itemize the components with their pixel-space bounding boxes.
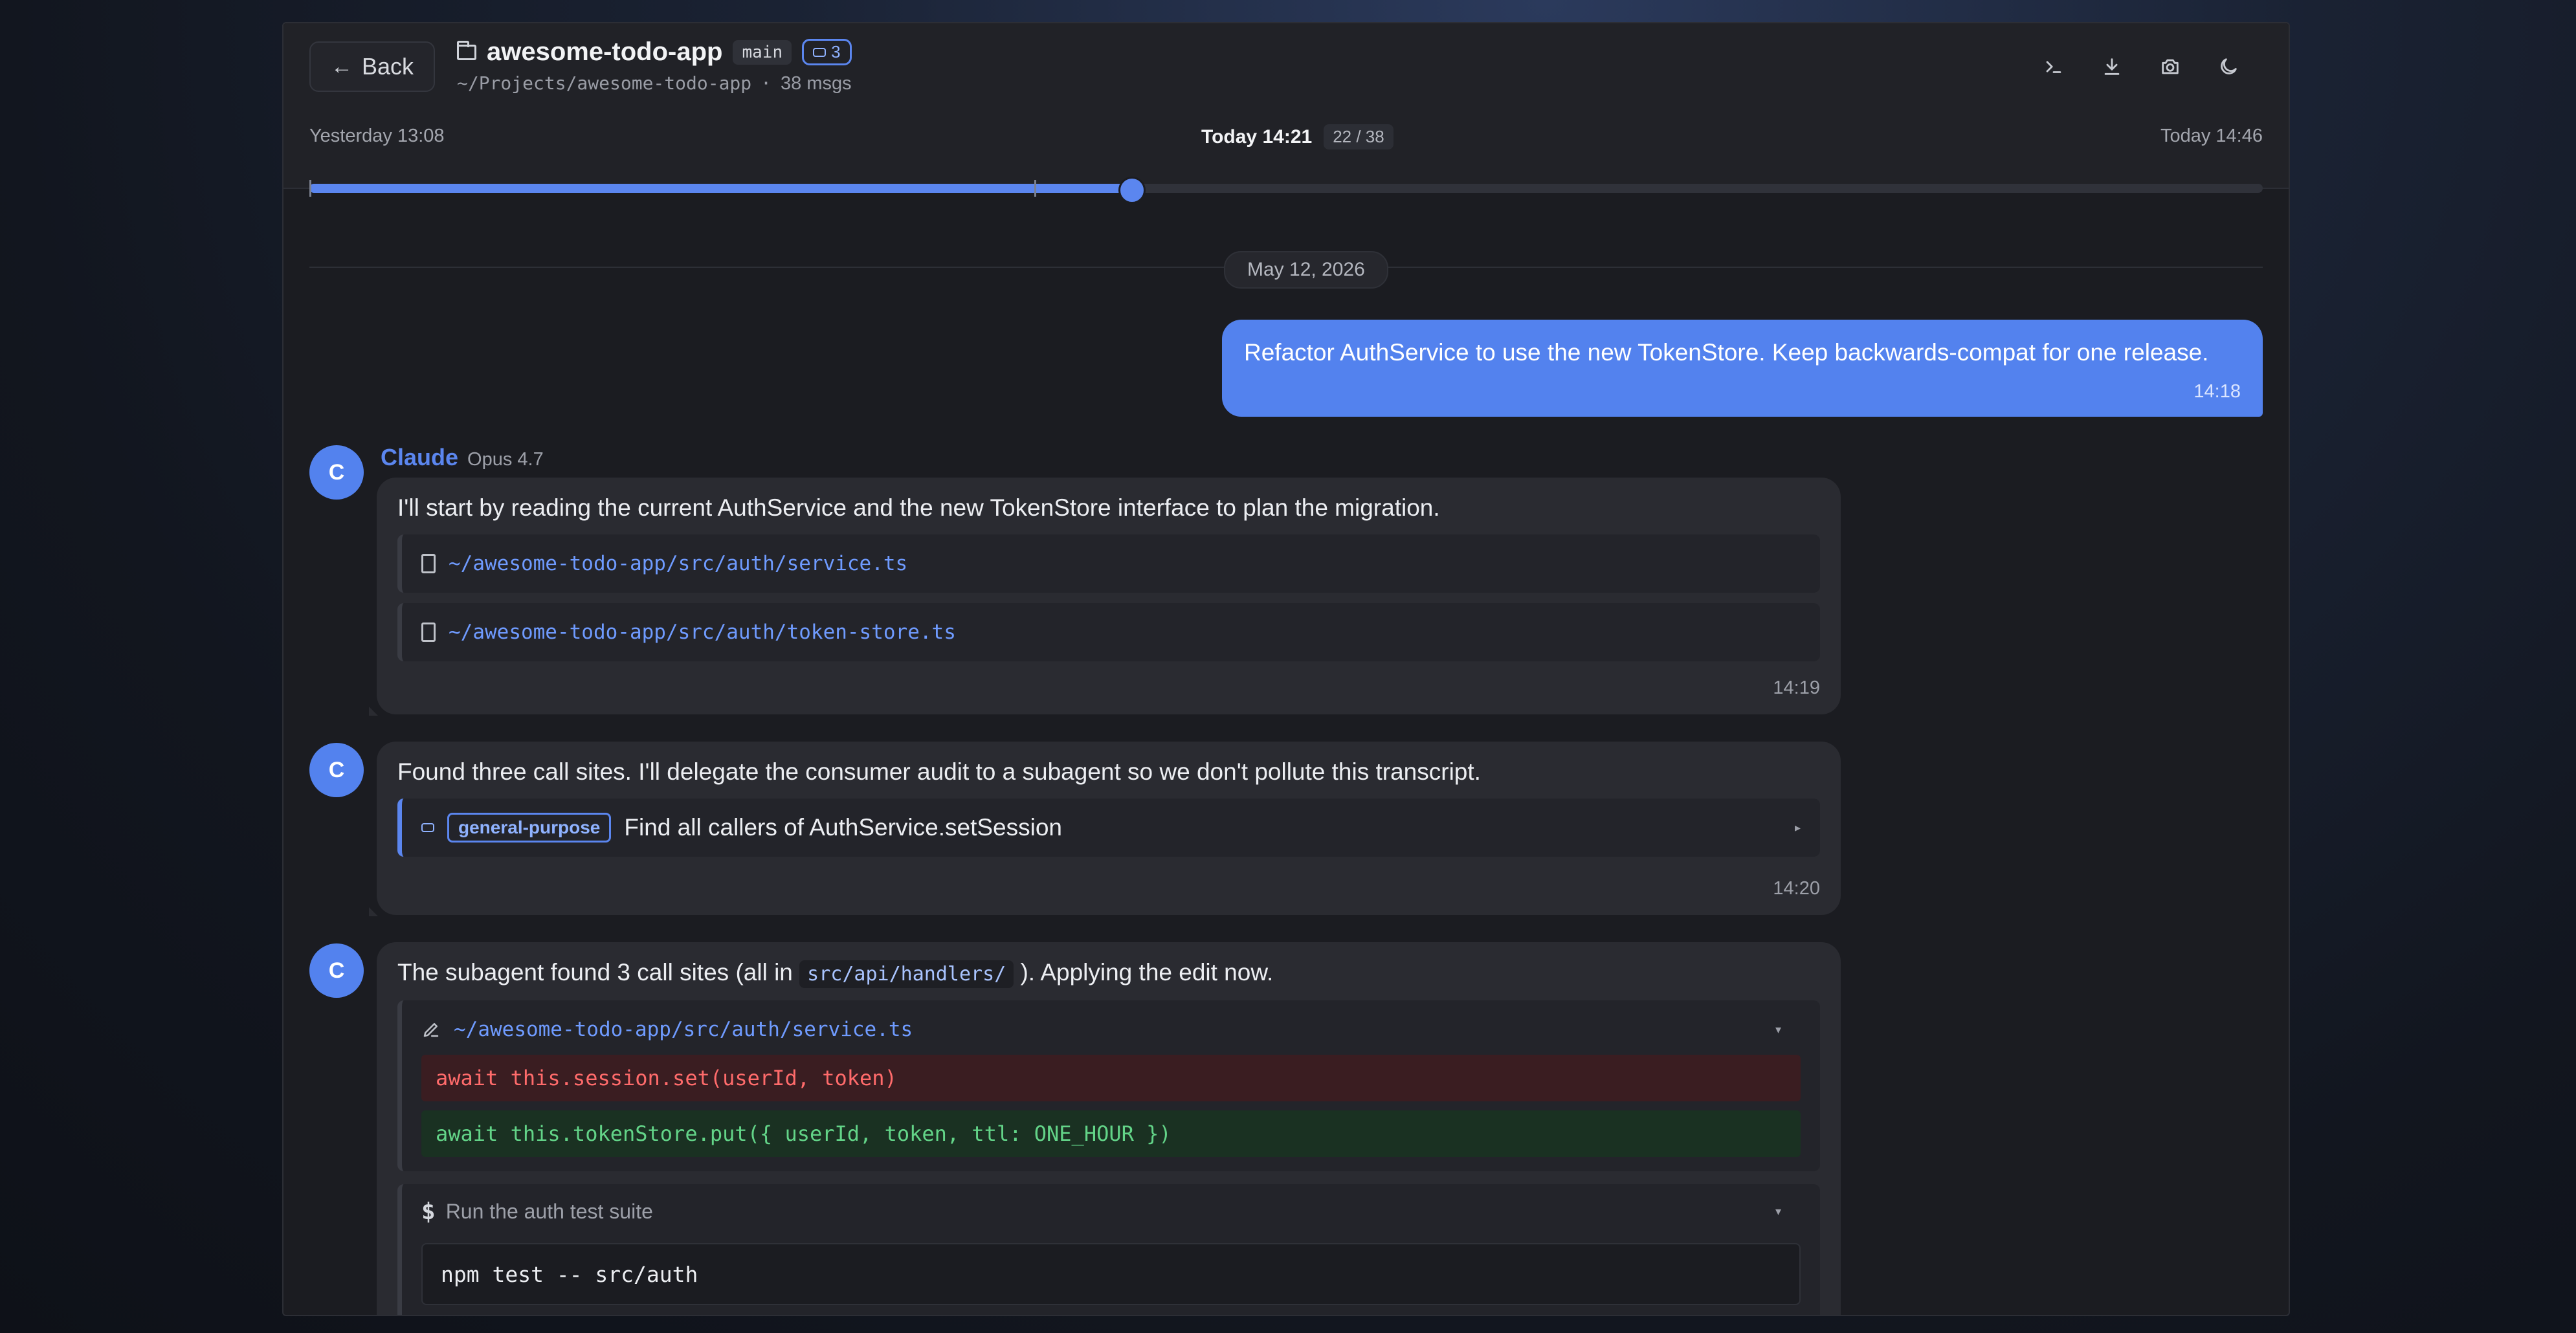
timeline-end: Today 14:46 bbox=[2160, 126, 2263, 146]
bubble-tail bbox=[369, 707, 378, 716]
bot-icon bbox=[813, 47, 827, 57]
edit-file-card[interactable]: ~/awesome-todo-app/src/auth/service.ts ▾… bbox=[397, 1000, 1820, 1171]
branch-badge: main bbox=[733, 39, 792, 65]
agent-task: Find all callers of AuthService.setSessi… bbox=[624, 814, 1062, 841]
user-message-time: 14:18 bbox=[2193, 381, 2241, 402]
assistant-message: The subagent found 3 call sites (all in … bbox=[377, 942, 1841, 1315]
chevron-down-icon[interactable]: ▾ bbox=[1775, 1023, 1781, 1037]
message-text: Found three call sites. I'll delegate th… bbox=[397, 758, 1481, 785]
avatar: C bbox=[309, 943, 364, 998]
file-path: ~/awesome-todo-app/src/auth/service.ts bbox=[449, 552, 908, 575]
message-text-before: The subagent found 3 call sites (all in bbox=[397, 959, 793, 986]
moon-icon bbox=[2221, 58, 2237, 74]
diff-added-line: await this.tokenStore.put({ userId, toke… bbox=[421, 1110, 1801, 1157]
toolbar bbox=[2032, 45, 2250, 88]
header: ← Back awesome-todo-app main 3 ~/Project… bbox=[283, 23, 2289, 113]
bubble-tail bbox=[369, 907, 378, 916]
title-row: awesome-todo-app main 3 bbox=[457, 38, 852, 67]
file-icon bbox=[421, 622, 436, 642]
pencil-icon bbox=[423, 1023, 439, 1037]
terminal-button[interactable] bbox=[2032, 45, 2075, 88]
agent-count-badge[interactable]: 3 bbox=[802, 39, 852, 65]
timeline-current-time: Today 14:21 bbox=[1201, 126, 1313, 148]
assistant-message: I'll start by reading the current AuthSe… bbox=[369, 478, 1841, 716]
camera-icon bbox=[2162, 59, 2179, 74]
dollar-icon: $ bbox=[421, 1198, 436, 1225]
read-file-card[interactable]: ~/awesome-todo-app/src/auth/token-store.… bbox=[397, 603, 1820, 661]
message-time: 14:20 bbox=[1773, 878, 1820, 899]
bash-command: npm test -- src/auth bbox=[421, 1243, 1801, 1305]
message-count: 38 msgs bbox=[781, 73, 852, 94]
page-title: awesome-todo-app bbox=[487, 38, 723, 66]
timeline-start: Yesterday 13:08 bbox=[309, 126, 445, 146]
chevron-right-icon[interactable]: ▸ bbox=[1795, 821, 1801, 835]
subtitle-separator: · bbox=[761, 72, 772, 94]
edit-header: ~/awesome-todo-app/src/auth/service.ts ▾ bbox=[421, 1013, 1801, 1046]
arrow-left-icon: ← bbox=[330, 54, 353, 79]
message-time: 14:19 bbox=[1773, 678, 1820, 698]
bash-card[interactable]: $ Run the auth test suite ▾ npm test -- … bbox=[397, 1184, 1820, 1315]
conversation: May 12, 2026 Refactor AuthService to use… bbox=[309, 189, 2263, 1315]
screenshot-button[interactable] bbox=[2149, 45, 2192, 88]
project-path: ~/Projects/awesome-todo-app bbox=[457, 72, 752, 94]
back-label: Back bbox=[361, 53, 414, 80]
author-model: Opus 4.7 bbox=[467, 449, 544, 470]
download-icon bbox=[2104, 58, 2120, 75]
message-text: I'll start by reading the current AuthSe… bbox=[397, 494, 1440, 521]
download-button[interactable] bbox=[2091, 45, 2133, 88]
inline-code: src/api/handlers/ bbox=[799, 960, 1014, 988]
date-label: May 12, 2026 bbox=[1224, 251, 1388, 289]
project-subtitle: ~/Projects/awesome-todo-app · 38 msgs bbox=[457, 72, 852, 94]
diff-removed-line: await this.session.set(userId, token) bbox=[421, 1055, 1801, 1101]
bot-icon bbox=[421, 823, 434, 832]
user-message-text: Refactor AuthService to use the new Toke… bbox=[1244, 339, 2209, 366]
theme-toggle-button[interactable] bbox=[2207, 45, 2250, 88]
edit-file-path: ~/awesome-todo-app/src/auth/service.ts bbox=[454, 1018, 913, 1041]
message-text: The subagent found 3 call sites (all in … bbox=[397, 959, 1820, 988]
subagent-card[interactable]: general-purpose Find all callers of Auth… bbox=[397, 799, 1820, 857]
user-message: Refactor AuthService to use the new Toke… bbox=[1222, 320, 2263, 417]
timeline: Yesterday 13:08 Today 14:21 22 / 38 Toda… bbox=[283, 111, 2289, 204]
bash-description: Run the auth test suite bbox=[445, 1200, 653, 1223]
avatar: C bbox=[309, 743, 364, 797]
assistant-message: Found three call sites. I'll delegate th… bbox=[369, 742, 1841, 916]
bash-header: $ Run the auth test suite ▾ bbox=[421, 1198, 1801, 1225]
message-text-after: ). Applying the edit now. bbox=[1020, 959, 1274, 986]
avatar: C bbox=[309, 445, 364, 500]
timeline-current: Today 14:21 22 / 38 bbox=[1201, 124, 1393, 149]
back-button[interactable]: ← Back bbox=[309, 41, 435, 92]
file-path: ~/awesome-todo-app/src/auth/token-store.… bbox=[449, 621, 956, 644]
read-file-card[interactable]: ~/awesome-todo-app/src/auth/service.ts bbox=[397, 534, 1820, 593]
file-icon bbox=[421, 554, 436, 573]
timeline-position: 22 / 38 bbox=[1324, 124, 1393, 149]
agent-type-badge: general-purpose bbox=[447, 813, 612, 843]
author-line: Claude Opus 4.7 bbox=[381, 444, 544, 471]
author-name: Claude bbox=[381, 444, 459, 470]
terminal-icon bbox=[2046, 61, 2061, 73]
agent-count: 3 bbox=[831, 42, 841, 61]
transcript-window: ← Back awesome-todo-app main 3 ~/Project… bbox=[282, 22, 2290, 1316]
folder-icon bbox=[457, 40, 476, 60]
chevron-down-icon[interactable]: ▾ bbox=[1775, 1205, 1781, 1218]
